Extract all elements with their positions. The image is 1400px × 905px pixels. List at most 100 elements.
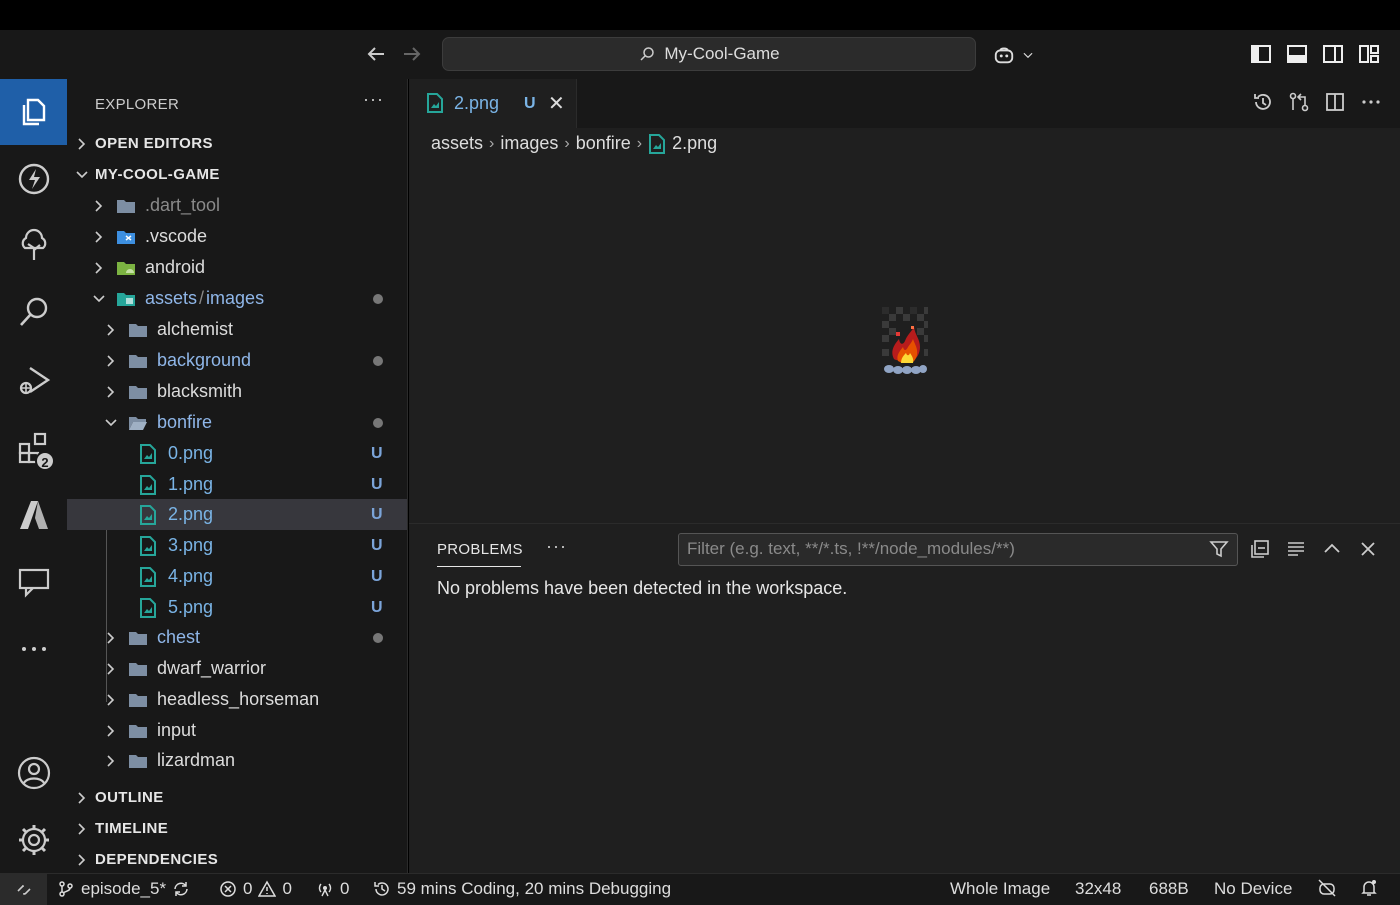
collapse-all-icon[interactable] [1249,538,1271,560]
copilot-icon [994,47,1014,64]
breadcrumb: assets › images › bonfire › 2.png [431,133,717,154]
section-dependencies[interactable]: DEPENDENCIES [67,844,407,875]
explorer-more-button[interactable]: ··· [363,89,384,110]
tree-file-3[interactable]: 3.png U [67,530,407,561]
image-file-icon [649,133,666,154]
tree-file-4[interactable]: 4.png U [67,561,407,592]
section-project[interactable]: MY-COOL-GAME [67,159,407,190]
compare-changes-icon[interactable] [1288,91,1310,113]
branch-name: episode_5* [81,879,167,898]
history-icon[interactable] [1252,91,1274,113]
sync-icon[interactable] [172,880,190,898]
notifications-status[interactable] [1360,879,1378,897]
account-icon[interactable] [0,740,67,806]
branch-status[interactable]: episode_5* [57,879,190,899]
tree-label: bonfire [157,412,213,432]
gear-icon[interactable] [0,807,67,873]
problems-filter-input[interactable]: Filter (e.g. text, **/*.ts, !**/node_mod… [678,533,1238,566]
problems-status[interactable]: 0 0 [219,879,292,899]
breadcrumb-item[interactable]: 2.png [672,133,717,154]
explorer-icon[interactable] [0,79,67,145]
filter-icon[interactable] [1209,539,1229,559]
section-open-editors[interactable]: OPEN EDITORS [67,128,407,159]
tree-folder-dart-tool[interactable]: .dart_tool [67,190,407,221]
source-control-tree-icon[interactable] [0,213,67,279]
tree-folder-background[interactable]: background [67,345,407,376]
chevron-right-icon [95,199,103,212]
toggle-panel-icon[interactable] [1286,43,1308,65]
device-status[interactable]: No Device [1214,879,1292,899]
tree-folder-input[interactable]: input [67,715,407,746]
folder-icon [117,199,135,213]
extensions-icon[interactable]: 2 [0,415,67,481]
tree-folder-alchemist[interactable]: alchemist [67,314,407,345]
warning-icon [258,880,277,897]
chevron-down-icon [105,418,117,426]
close-icon[interactable]: ✕ [548,91,565,116]
tree-folder-vscode[interactable]: .vscode [67,221,407,252]
tree-file-5[interactable]: 5.png U [67,592,407,623]
tree-folder-assets-images[interactable]: assets / images [67,283,407,314]
title-bar: My-Cool-Game [0,0,1400,79]
tab-problems[interactable]: PROBLEMS [437,541,523,558]
breadcrumb-item[interactable]: bonfire [576,133,631,154]
forward-arrow-icon[interactable] [400,42,424,66]
section-timeline[interactable]: TIMELINE [67,813,407,844]
tree-folder-lizardman[interactable]: lizardman [67,745,407,776]
filter-placeholder: Filter (e.g. text, **/*.ts, !**/node_mod… [687,539,1015,558]
tree-label: input [157,720,197,740]
folder-open-icon [129,416,147,430]
copilot-menu[interactable] [993,44,1035,66]
close-panel-icon[interactable] [1357,538,1379,560]
time-tracking-status[interactable]: 59 mins Coding, 20 mins Debugging [373,879,671,899]
tree-file-0[interactable]: 0.png U [67,438,407,469]
ports-status[interactable]: 0 [316,879,349,899]
chevron-right-icon [107,385,115,398]
time-tracking-text: 59 mins Coding, 20 mins Debugging [397,879,672,898]
back-arrow-icon[interactable] [364,42,388,66]
image-file-icon [427,93,443,113]
tree-file-1[interactable]: 1.png U [67,469,407,500]
tree-file-2[interactable]: 2.png U [67,499,407,530]
chevron-right-icon [78,853,86,866]
modified-dot [373,417,383,428]
command-center-search[interactable]: My-Cool-Game [442,37,976,71]
toggle-secondary-sidebar-icon[interactable] [1322,43,1344,65]
chevron-right-icon [78,137,86,150]
image-dimensions-text: 32x48 [1075,879,1122,898]
breadcrumb-item[interactable]: images [500,133,558,154]
maximize-panel-icon[interactable] [1321,538,1343,560]
copilot-status[interactable] [1318,879,1336,897]
tree-folder-chest[interactable]: chest [67,622,407,653]
panel-more-button[interactable]: ··· [546,536,567,557]
folder-icon [129,631,147,645]
azure-icon[interactable] [0,482,67,548]
chat-icon[interactable] [0,549,67,615]
toggle-primary-sidebar-icon[interactable] [1250,43,1272,65]
image-mode-status[interactable]: Whole Image [950,879,1050,899]
search-icon[interactable] [0,279,67,345]
split-editor-icon[interactable] [1324,91,1346,113]
tree-folder-bonfire[interactable]: bonfire [67,407,407,438]
tab-2-png[interactable]: 2.png U ✕ [409,79,577,128]
more-icon[interactable] [0,616,67,682]
remote-indicator[interactable] [0,874,47,905]
tree-label: 2.png [168,504,214,524]
tree-folder-dwarf-warrior[interactable]: dwarf_warrior [67,653,407,684]
layout-controls [1250,43,1380,65]
view-as-list-icon[interactable] [1285,538,1307,560]
problems-panel: PROBLEMS ··· Filter (e.g. text, **/*.ts,… [409,523,1400,873]
tree-folder-blacksmith[interactable]: blacksmith [67,376,407,407]
error-count: 0 [243,879,253,898]
run-debug-icon[interactable] [0,347,67,413]
section-outline[interactable]: OUTLINE [67,782,407,813]
tree-label: dwarf_warrior [157,658,267,678]
customize-layout-icon[interactable] [1358,43,1380,65]
broadcast-icon [318,883,332,897]
image-mode-text: Whole Image [950,879,1051,898]
tree-folder-android[interactable]: android [67,252,407,283]
tree-folder-headless-horseman[interactable]: headless_horseman [67,684,407,715]
more-actions-icon[interactable] [1360,91,1382,113]
breadcrumb-item[interactable]: assets [431,133,483,154]
lightning-icon[interactable] [0,146,67,212]
